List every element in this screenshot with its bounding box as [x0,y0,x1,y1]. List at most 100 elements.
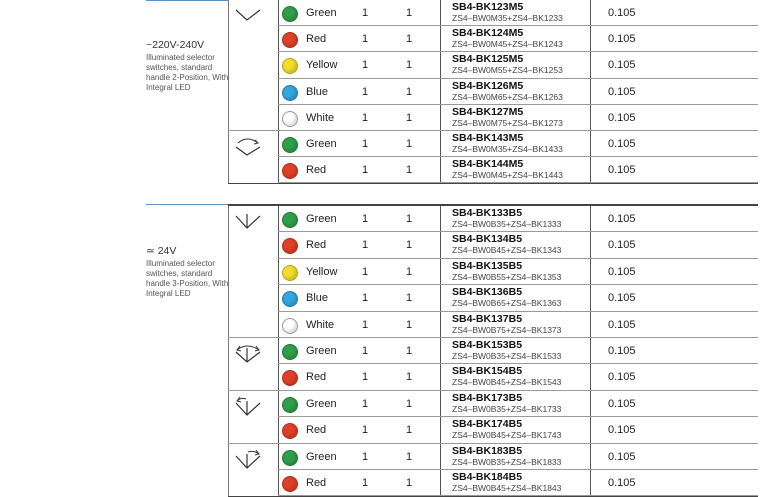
component-codes: ZS4–BW0B35+ZS4–BK1733 [452,403,562,414]
quantity-2: 1 [406,450,413,463]
table-row: Red 1 1 SB4-BK144M5 ZS4–BW0M45+ZS4–BK1443 0.1… [278,157,758,184]
component-codes: ZS4–BW0B55+ZS4–BK1353 [452,271,562,282]
reference-code: SB4-BK137B5 [452,312,523,325]
component-codes: ZS4–BW0B35+ZS4–BK1533 [452,351,562,361]
quantity-2: 1 [406,424,413,437]
reference-code: SB4-BK143M5 [452,132,524,144]
quantity-1: 1 [362,239,369,252]
block-rule [228,442,278,444]
quantity-2: 1 [406,59,413,72]
led-color-swatch [282,137,298,153]
block-rule [228,130,278,131]
weight-value: 0.105 [608,164,636,177]
led-color-swatch [282,212,298,228]
led-color-swatch [282,344,298,360]
led-color-label: White [306,318,335,331]
table-row: Green 1 1 SB4-BK183B5 ZS4–BW0B35+ZS4–BK1833 0… [278,444,758,470]
quantity-1: 1 [362,397,369,410]
table-column-rule [228,206,229,497]
led-color-label: Blue [306,292,329,305]
table-row: Green 1 1 SB4-BK123M5 ZS4–BW0M35+ZS4–BK1233 0… [278,0,758,27]
led-color-label: Red [306,33,327,46]
quantity-2: 1 [406,397,413,410]
reference-code: SB4-BK184B5 [452,471,523,483]
reference-code: SB4-BK124M5 [452,27,524,40]
component-codes: ZS4–BW0M45+ZS4–BK1243 [452,39,563,50]
reference-code: SB4-BK173B5 [452,391,523,404]
weight-value: 0.105 [608,450,636,463]
component-codes: ZS4–BW0B45+ZS4–BK1343 [452,245,562,256]
led-color-label: Red [306,164,327,177]
reference-code: SB4-BK127M5 [452,105,524,118]
weight-value: 0.105 [608,318,636,331]
block-rule [228,337,278,338]
quantity-1: 1 [362,424,369,437]
led-color-label: Red [306,239,327,252]
component-codes: ZS4–BW0B45+ZS4–BK1543 [452,377,562,388]
quantity-2: 1 [406,265,413,278]
led-color-label: Blue [306,85,329,98]
quantity-1: 1 [362,7,369,19]
quantity-1: 1 [362,450,369,463]
quantity-1: 1 [362,111,369,124]
component-codes: ZS4–BW0B65+ZS4–BK1363 [452,298,562,309]
led-color-swatch [282,317,298,334]
reference-code: SB4-BK136B5 [452,286,523,299]
group1-voltage: ~220V-240V [146,39,205,51]
table-row: Green 1 1 SB4-BK143M5 ZS4–BW0M35+ZS4–BK1433 0… [278,131,758,158]
quantity-2: 1 [406,477,413,489]
quantity-2: 1 [406,7,413,19]
weight-value: 0.105 [608,424,636,437]
component-codes: ZS4–BW0M65+ZS4–BK1263 [452,91,563,102]
quantity-1: 1 [362,318,369,331]
quantity-1: 1 [362,138,369,150]
led-color-label: White [306,111,335,124]
reference-code: SB4-BK183B5 [452,444,523,457]
weight-value: 0.105 [608,85,636,98]
weight-value: 0.105 [608,265,636,278]
quantity-2: 1 [406,111,413,124]
led-color-swatch [282,110,298,127]
quantity-2: 1 [406,164,413,177]
table-row: Red 1 1 SB4-BK124M5 ZS4–BW0M45+ZS4–BK1243 0.1… [278,26,758,53]
weight-value: 0.105 [608,239,636,252]
quantity-1: 1 [362,477,369,489]
led-color-label: Red [306,477,327,489]
weight-value: 0.105 [608,397,636,410]
component-codes: ZS4–BW0M35+ZS4–BK1433 [452,144,563,154]
table-row: Yellow 1 1 SB4-BK125M5 ZS4–BW0M55+ZS4–BK1253… [278,52,758,79]
component-codes: ZS4–BW0B75+ZS4–BK1373 [452,324,562,335]
table-row: Green 1 1 SB4-BK133B5 ZS4–BW0B35+ZS4–BK1333 0… [278,206,758,233]
table-row: Green 1 1 SB4-BK173B5 ZS4–BW0B35+ZS4–BK1733 0… [278,391,758,418]
led-color-swatch [282,423,298,440]
quantity-1: 1 [362,292,369,305]
led-color-swatch [282,58,298,75]
led-color-swatch [282,84,298,101]
led-color-swatch [282,238,298,255]
reference-code: SB4-BK135B5 [452,259,523,272]
table-row: Green 1 1 SB4-BK153B5 ZS4–BW0B35+ZS4–BK1533 0… [278,338,758,365]
selector-2pos-maintained-icon [232,4,266,26]
reference-code: SB4-BK154B5 [452,365,523,378]
quantity-1: 1 [362,345,369,357]
table-row: Blue 1 1 SB4-BK136B5 ZS4–BW0B65+ZS4–BK1363 0.… [278,285,758,312]
led-color-swatch [282,291,298,308]
selector-3pos-spring-left-icon [232,395,266,417]
reference-code: SB4-BK133B5 [452,207,523,219]
led-color-swatch [282,6,298,22]
selector-3pos-maintained-icon [232,210,266,232]
table-row: Red 1 1 SB4-BK134B5 ZS4–BW0B45+ZS4–BK1343 0.1… [278,232,758,259]
led-color-swatch [282,32,298,49]
group1-desc-text: Illuminated selector switches, standard … [146,53,229,92]
weight-value: 0.105 [608,345,636,357]
table-row: Red 1 1 SB4-BK184B5 ZS4–BW0B45+ZS4–BK1843 0.1… [278,470,758,497]
weight-value: 0.105 [608,292,636,305]
weight-value: 0.105 [608,371,636,384]
led-color-label: Yellow [306,59,338,72]
quantity-2: 1 [406,239,413,252]
quantity-2: 1 [406,345,413,357]
quantity-2: 1 [406,292,413,305]
table-row: Red 1 1 SB4-BK174B5 ZS4–BW0B45+ZS4–BK1743 0.1… [278,417,758,444]
weight-value: 0.105 [608,477,636,489]
component-codes: ZS4–BW0B35+ZS4–BK1833 [452,456,562,467]
